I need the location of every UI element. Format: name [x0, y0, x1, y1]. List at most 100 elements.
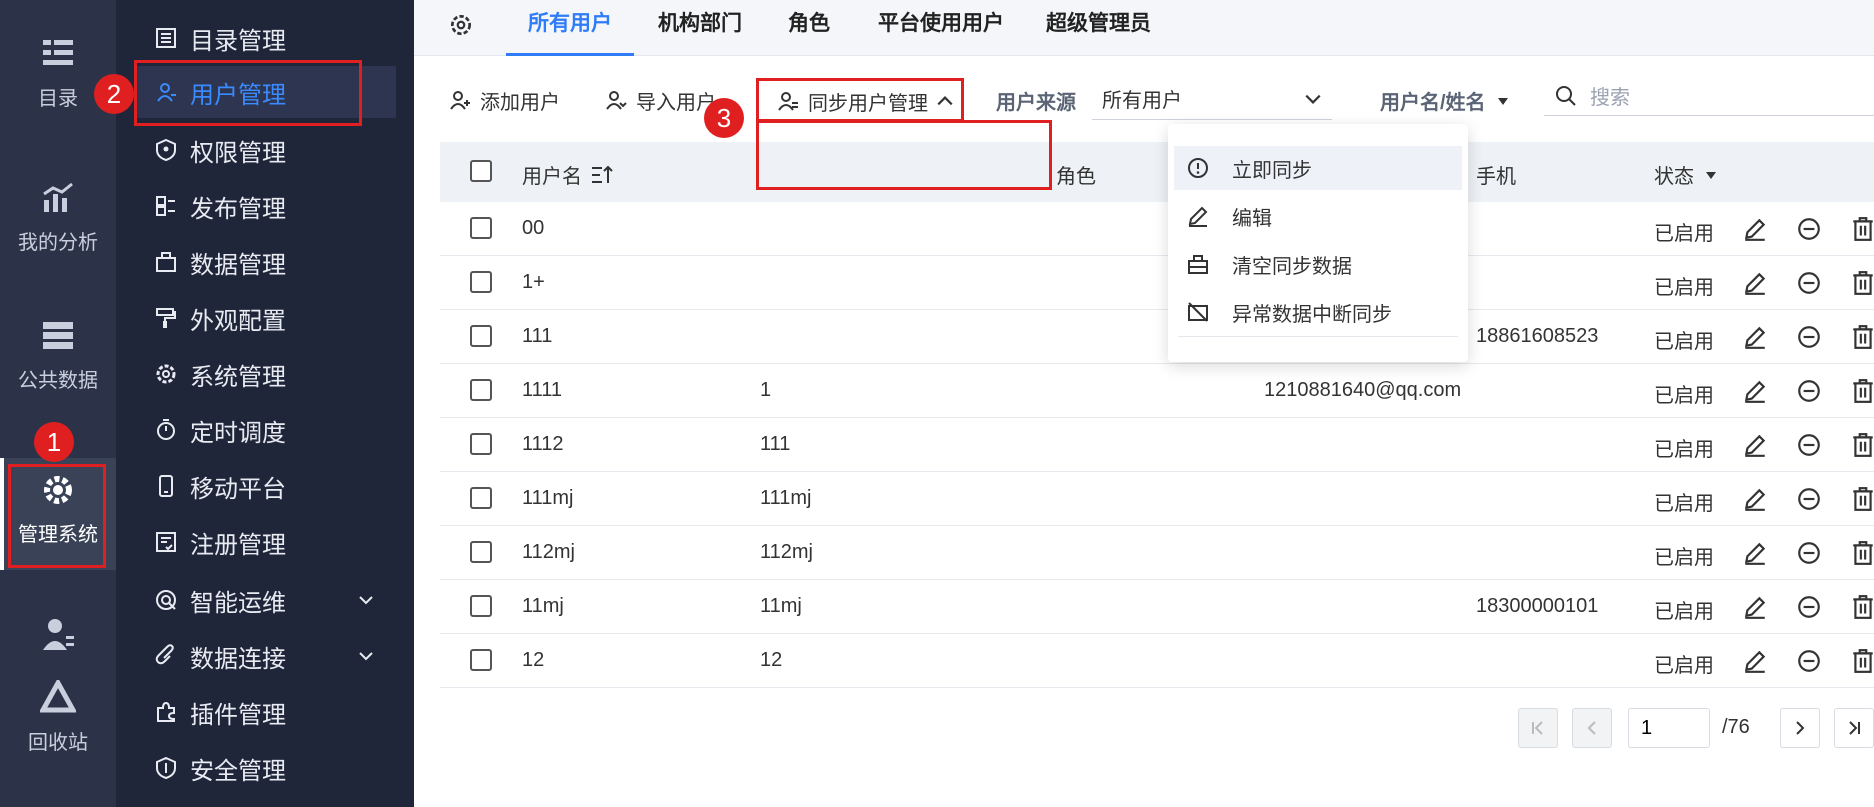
nav-item-appearance[interactable]: 外观配置 — [116, 292, 414, 344]
tab-departments[interactable]: 机构部门 — [658, 0, 742, 56]
user-source-value: 所有用户 — [1102, 90, 1182, 112]
search-input[interactable]: 搜索 — [1544, 76, 1874, 116]
table-row[interactable]: 1+ 已启用 — [440, 256, 1874, 310]
rail-label-public-data: 公共数据 — [18, 370, 98, 392]
nav-item-register[interactable]: 注册管理 — [116, 516, 414, 568]
disable-icon[interactable] — [1796, 594, 1822, 620]
user-source-select[interactable]: 所有用户 — [1092, 78, 1332, 120]
row-checkbox[interactable] — [470, 433, 492, 455]
edit-icon[interactable] — [1742, 594, 1768, 620]
edit-icon[interactable] — [1742, 216, 1768, 242]
row-checkbox[interactable] — [470, 541, 492, 563]
edit-icon[interactable] — [1742, 378, 1768, 404]
table-row[interactable]: 1111 1 1210881640@qq.com 已启用 — [440, 364, 1874, 418]
rail-item-analysis[interactable]: 我的分析 — [0, 180, 116, 255]
cell-name: 12 — [760, 649, 783, 671]
row-checkbox[interactable] — [470, 649, 492, 671]
nav-item-mobile[interactable]: 移动平台 — [116, 460, 414, 512]
nav-item-data-manage[interactable]: 数据管理 — [116, 236, 414, 288]
tab-roles[interactable]: 角色 — [788, 0, 830, 56]
menu-item-sync-now[interactable]: 立即同步 — [1174, 146, 1462, 190]
nav-item-system-manage[interactable]: 系统管理 — [116, 348, 414, 400]
row-checkbox[interactable] — [470, 487, 492, 509]
rail-item-public-data[interactable]: 公共数据 — [0, 318, 116, 393]
table-row[interactable]: 111 18861608523 已启用 — [440, 310, 1874, 364]
last-page-button[interactable] — [1834, 708, 1874, 748]
menu-item-sync-now-label: 立即同步 — [1232, 159, 1312, 182]
row-checkbox[interactable] — [470, 217, 492, 239]
delete-icon[interactable] — [1850, 540, 1874, 566]
delete-icon[interactable] — [1850, 378, 1874, 404]
menu-item-clear-sync-data[interactable]: 清空同步数据 — [1168, 242, 1468, 286]
disable-icon[interactable] — [1796, 216, 1822, 242]
name-filter-dropdown[interactable]: 用户名/姓名 — [1380, 86, 1510, 115]
edit-icon[interactable] — [1742, 486, 1768, 512]
delete-icon[interactable] — [1850, 216, 1874, 242]
annotation-badge-1: 1 — [34, 422, 74, 462]
disable-icon[interactable] — [1796, 540, 1822, 566]
nav-item-data-connection[interactable]: 数据连接 — [116, 630, 414, 682]
delete-icon[interactable] — [1850, 648, 1874, 674]
add-user-button[interactable]: 添加用户 — [448, 80, 560, 120]
nav-item-ops[interactable]: 智能运维 — [116, 574, 414, 626]
edit-icon[interactable] — [1742, 432, 1768, 458]
row-checkbox[interactable] — [470, 595, 492, 617]
col-status[interactable]: 状态 — [1654, 160, 1718, 189]
page-number-input[interactable] — [1628, 708, 1710, 748]
cell-username: 111mj — [522, 487, 574, 509]
nav-label: 数据管理 — [190, 251, 286, 279]
nav-item-plugin[interactable]: 插件管理 — [116, 686, 414, 738]
prev-page-button[interactable] — [1572, 708, 1612, 748]
rail-item-user[interactable] — [0, 616, 116, 662]
disable-icon[interactable] — [1796, 270, 1822, 296]
edit-icon[interactable] — [1742, 270, 1768, 296]
edit-icon[interactable] — [1742, 540, 1768, 566]
menu-item-abnormal-interrupt-label: 异常数据中断同步 — [1232, 303, 1392, 326]
disable-icon[interactable] — [1796, 486, 1822, 512]
disable-icon[interactable] — [1796, 648, 1822, 674]
settings-gear-icon[interactable] — [448, 12, 474, 38]
table-row[interactable]: 001013711081@qq.com已启用 — [440, 202, 1874, 256]
rail-item-recycle[interactable]: 回收站 — [0, 680, 116, 755]
table-row[interactable]: 12 12 已启用 — [440, 634, 1874, 688]
cell-name: 112mj — [760, 541, 813, 563]
row-checkbox[interactable] — [470, 271, 492, 293]
edit-icon[interactable] — [1742, 324, 1768, 350]
disable-icon[interactable] — [1796, 432, 1822, 458]
row-checkbox[interactable] — [470, 379, 492, 401]
delete-icon[interactable] — [1850, 432, 1874, 458]
delete-icon[interactable] — [1850, 594, 1874, 620]
next-page-button[interactable] — [1780, 708, 1820, 748]
tab-all-users[interactable]: 所有用户 — [506, 0, 634, 56]
nav-item-schedule[interactable]: 定时调度 — [116, 404, 414, 456]
menu-item-abnormal-interrupt[interactable]: 异常数据中断同步 — [1168, 290, 1468, 334]
table-row[interactable]: 112mj 112mj 已启用 — [440, 526, 1874, 580]
table-row[interactable]: 1112 111 已启用 — [440, 418, 1874, 472]
first-page-button[interactable] — [1518, 708, 1558, 748]
tab-platform-users[interactable]: 平台使用用户 — [878, 0, 1004, 56]
tab-super-admins[interactable]: 超级管理员 — [1046, 0, 1151, 56]
nav-item-publish-manage[interactable]: 发布管理 — [116, 180, 414, 232]
delete-icon[interactable] — [1850, 324, 1874, 350]
import-user-label: 导入用户 — [636, 91, 716, 114]
col-username[interactable]: 用户名 — [522, 160, 614, 189]
disable-icon[interactable] — [1796, 324, 1822, 350]
disable-icon[interactable] — [1796, 378, 1822, 404]
annotation-box-2 — [134, 60, 362, 126]
nav-item-catalog-manage[interactable]: 目录管理 — [116, 12, 414, 64]
delete-icon[interactable] — [1850, 486, 1874, 512]
delete-icon[interactable] — [1850, 270, 1874, 296]
import-user-button[interactable]: 导入用户 — [604, 80, 716, 120]
table-row[interactable]: 111mj 111mj 已启用 — [440, 472, 1874, 526]
sort-icon[interactable] — [590, 164, 614, 186]
nav-item-security[interactable]: 安全管理 — [116, 742, 414, 794]
timer-icon — [157, 419, 175, 440]
edit-icon[interactable] — [1742, 648, 1768, 674]
menu-item-edit[interactable]: 编辑 — [1168, 194, 1468, 238]
row-checkbox[interactable] — [470, 325, 492, 347]
table-row[interactable]: 11mj 11mj 18300000101 已启用 — [440, 580, 1874, 634]
nav-item-permission-manage[interactable]: 权限管理 — [116, 124, 414, 176]
select-all-checkbox[interactable] — [470, 160, 492, 182]
ops-icon — [156, 590, 176, 610]
menu-divider — [1178, 336, 1458, 337]
